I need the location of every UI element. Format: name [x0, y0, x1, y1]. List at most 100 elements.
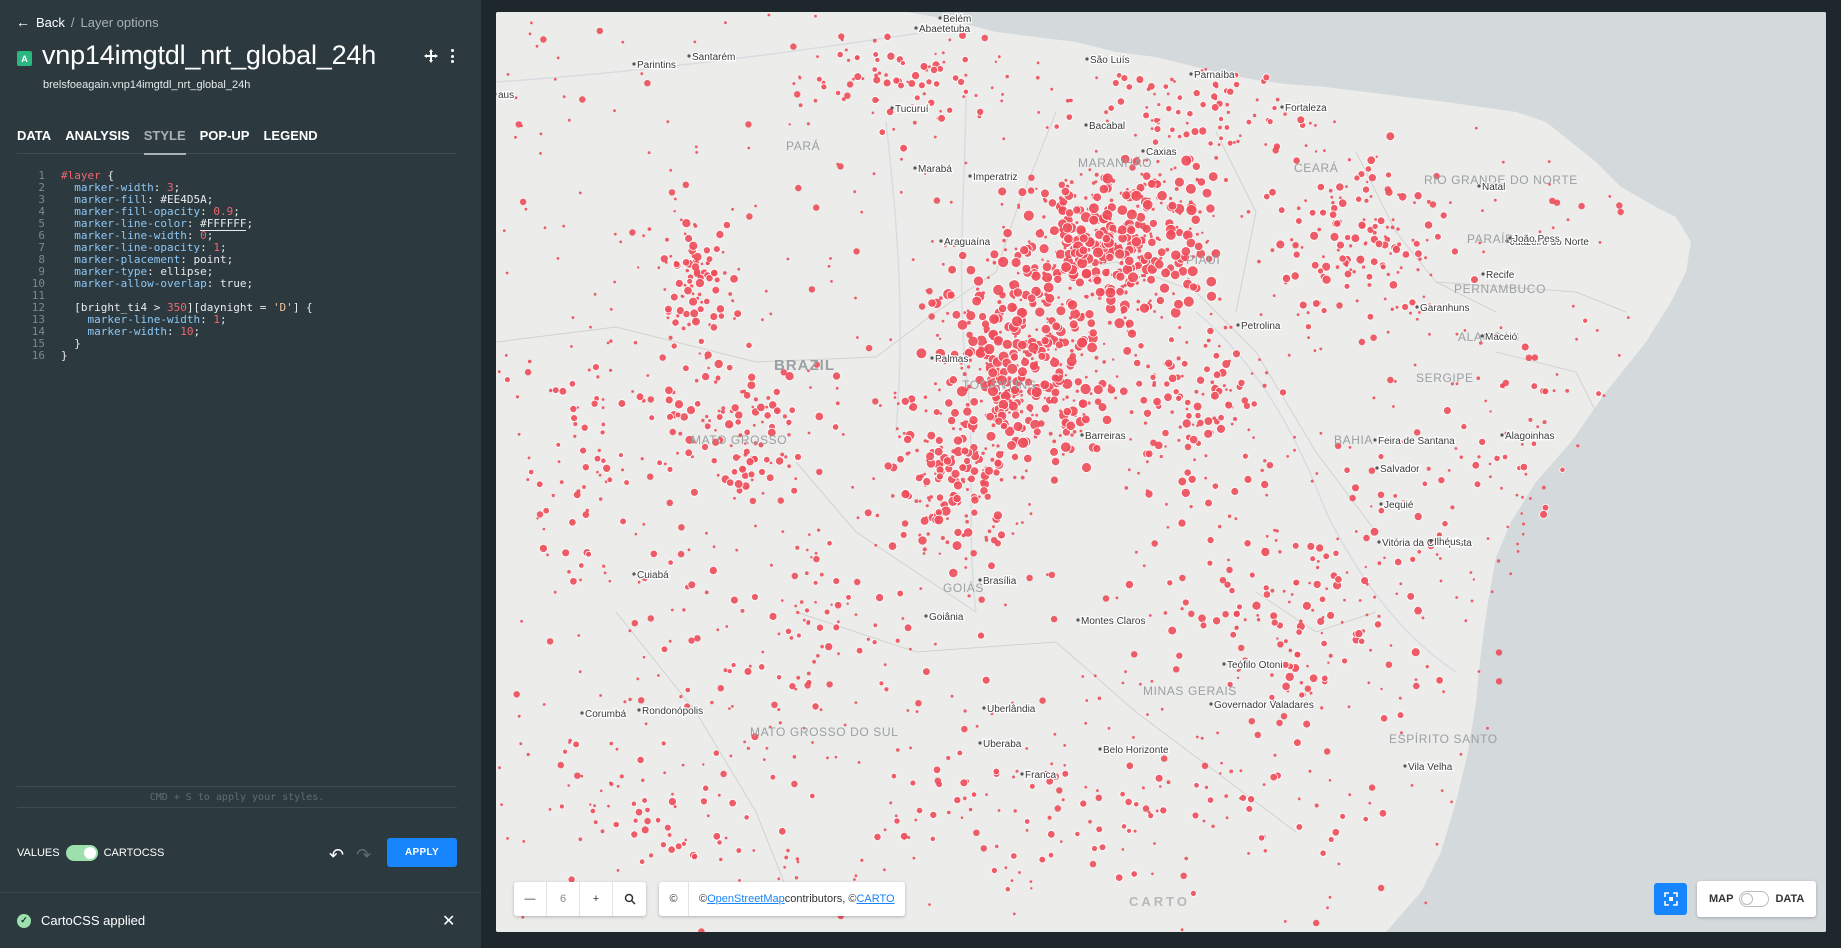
fire-point[interactable]	[1027, 293, 1037, 303]
fire-point[interactable]	[966, 309, 970, 313]
fire-point[interactable]	[802, 618, 806, 622]
fire-point[interactable]	[689, 308, 700, 319]
fire-point[interactable]	[1471, 460, 1481, 470]
fire-point[interactable]	[1377, 614, 1381, 618]
fire-point[interactable]	[1109, 198, 1114, 203]
fire-point[interactable]	[1053, 264, 1057, 268]
fire-point[interactable]	[1188, 200, 1193, 205]
fire-point[interactable]	[691, 254, 696, 258]
fire-point[interactable]	[708, 566, 718, 576]
fire-point[interactable]	[1133, 358, 1142, 368]
fire-point[interactable]	[1026, 574, 1033, 582]
fire-point[interactable]	[981, 34, 988, 42]
fire-point[interactable]	[1134, 133, 1137, 137]
fire-point[interactable]	[1010, 452, 1020, 461]
fire-point[interactable]	[712, 245, 721, 254]
fire-point[interactable]	[1326, 906, 1329, 910]
fire-point[interactable]	[832, 577, 841, 585]
fire-point[interactable]	[1414, 429, 1421, 436]
fire-point[interactable]	[1135, 379, 1144, 388]
fire-point[interactable]	[914, 499, 919, 503]
fire-point[interactable]	[792, 82, 796, 86]
fire-point[interactable]	[929, 835, 936, 843]
fire-point[interactable]	[1329, 231, 1340, 242]
fire-point[interactable]	[1150, 127, 1154, 130]
fire-point[interactable]	[637, 266, 640, 269]
fire-point[interactable]	[922, 92, 926, 96]
fire-point[interactable]	[1142, 240, 1146, 244]
fire-point[interactable]	[1015, 522, 1019, 525]
fire-point[interactable]	[1372, 396, 1376, 400]
fire-point[interactable]	[1265, 493, 1269, 497]
fire-point[interactable]	[714, 380, 718, 384]
fire-point[interactable]	[775, 674, 783, 681]
fire-point[interactable]	[649, 549, 658, 559]
fire-point[interactable]	[1028, 782, 1036, 790]
fire-point[interactable]	[1014, 247, 1018, 251]
fire-point[interactable]	[644, 817, 651, 825]
fire-point[interactable]	[763, 456, 771, 464]
fire-point[interactable]	[991, 423, 996, 428]
fire-point[interactable]	[746, 746, 750, 750]
close-icon[interactable]: ✕	[442, 911, 455, 931]
fire-point[interactable]	[1017, 187, 1028, 198]
fire-point[interactable]	[1047, 348, 1050, 351]
fire-point[interactable]	[1205, 203, 1216, 214]
fire-point[interactable]	[1149, 373, 1157, 381]
fire-point[interactable]	[553, 77, 557, 81]
fire-point[interactable]	[948, 38, 952, 42]
fire-point[interactable]	[674, 278, 684, 288]
fire-point[interactable]	[715, 304, 725, 314]
fire-point[interactable]	[628, 629, 632, 633]
fire-point[interactable]	[1450, 800, 1453, 804]
fire-point[interactable]	[630, 830, 639, 839]
fire-point[interactable]	[1180, 872, 1187, 879]
fire-point[interactable]	[1316, 560, 1320, 563]
fire-point[interactable]	[1088, 214, 1100, 226]
fire-point[interactable]	[1195, 177, 1200, 182]
fire-point[interactable]	[925, 78, 933, 86]
fire-point[interactable]	[1309, 230, 1319, 241]
fire-point[interactable]	[1136, 308, 1140, 311]
fire-point[interactable]	[1263, 459, 1267, 463]
fire-point[interactable]	[795, 857, 800, 861]
fire-point[interactable]	[1052, 439, 1057, 444]
fire-point[interactable]	[1022, 357, 1026, 360]
fire-point[interactable]	[968, 807, 973, 812]
fire-point[interactable]	[1124, 797, 1133, 807]
fire-point[interactable]	[750, 593, 759, 601]
fire-point[interactable]	[946, 517, 949, 520]
fire-point[interactable]	[1115, 375, 1119, 378]
fire-point[interactable]	[1085, 699, 1089, 702]
fire-point[interactable]	[1265, 534, 1269, 538]
fire-point[interactable]	[1077, 398, 1089, 409]
fire-point[interactable]	[942, 60, 946, 64]
fire-point[interactable]	[1143, 408, 1153, 418]
fire-point[interactable]	[1226, 110, 1230, 114]
fire-point[interactable]	[926, 532, 930, 536]
fire-point[interactable]	[985, 430, 997, 442]
fire-point[interactable]	[1311, 608, 1315, 612]
fire-point[interactable]	[1262, 73, 1271, 82]
fire-point[interactable]	[589, 325, 592, 329]
fire-point[interactable]	[1153, 92, 1156, 96]
fire-point[interactable]	[521, 915, 525, 919]
fire-point[interactable]	[1416, 268, 1420, 272]
fire-point[interactable]	[1262, 783, 1266, 786]
fire-point[interactable]	[1308, 581, 1311, 585]
fire-point[interactable]	[1386, 330, 1390, 334]
fire-point[interactable]	[1001, 93, 1004, 96]
fire-point[interactable]	[616, 869, 620, 872]
fire-point[interactable]	[1286, 455, 1290, 458]
fire-point[interactable]	[1428, 332, 1431, 336]
fire-point[interactable]	[795, 632, 802, 639]
fire-point[interactable]	[683, 285, 693, 296]
fire-point[interactable]	[702, 246, 711, 255]
fire-point[interactable]	[918, 303, 926, 310]
fire-point[interactable]	[733, 309, 743, 318]
fire-point[interactable]	[915, 347, 928, 360]
fire-point[interactable]	[1331, 201, 1335, 205]
fire-point[interactable]	[1273, 528, 1276, 532]
fire-point[interactable]	[932, 80, 941, 88]
fire-point[interactable]	[934, 472, 937, 475]
